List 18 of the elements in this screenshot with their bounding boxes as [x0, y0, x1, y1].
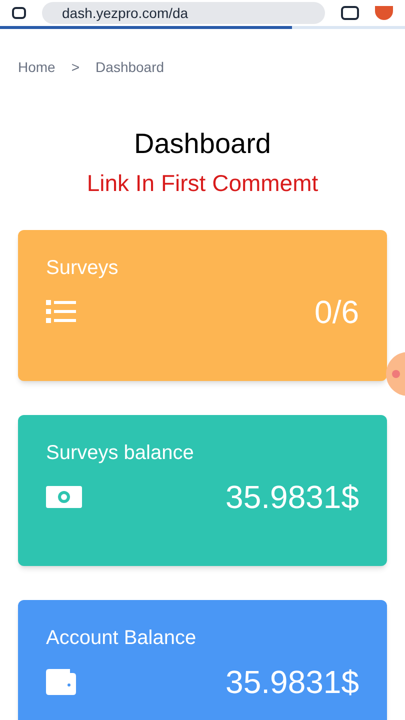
page-title: Dashboard [133, 130, 272, 158]
card-value: 35.9831$ [226, 666, 359, 698]
card-label: Account Balance [46, 628, 198, 648]
lock-icon [12, 7, 26, 19]
breadcrumb-current: Dashboard [96, 58, 164, 77]
card-label: Surveys balance [46, 443, 195, 463]
tabs-icon[interactable] [341, 6, 359, 20]
list-icon [46, 300, 76, 324]
banknote-icon [46, 486, 82, 508]
card-value: 0/6 [314, 296, 359, 328]
card-value: 35.9831$ [226, 481, 359, 513]
profile-icon[interactable] [375, 6, 393, 20]
promo-text: Link In First Commemt [86, 172, 320, 195]
wallet-icon [46, 669, 76, 695]
breadcrumb-link[interactable]: Home [18, 57, 56, 78]
card-label: Surveys [46, 258, 120, 278]
breadcrumb-separator: > [71, 58, 80, 77]
address-bar[interactable]: dash.yezpro.com/da [42, 2, 325, 24]
